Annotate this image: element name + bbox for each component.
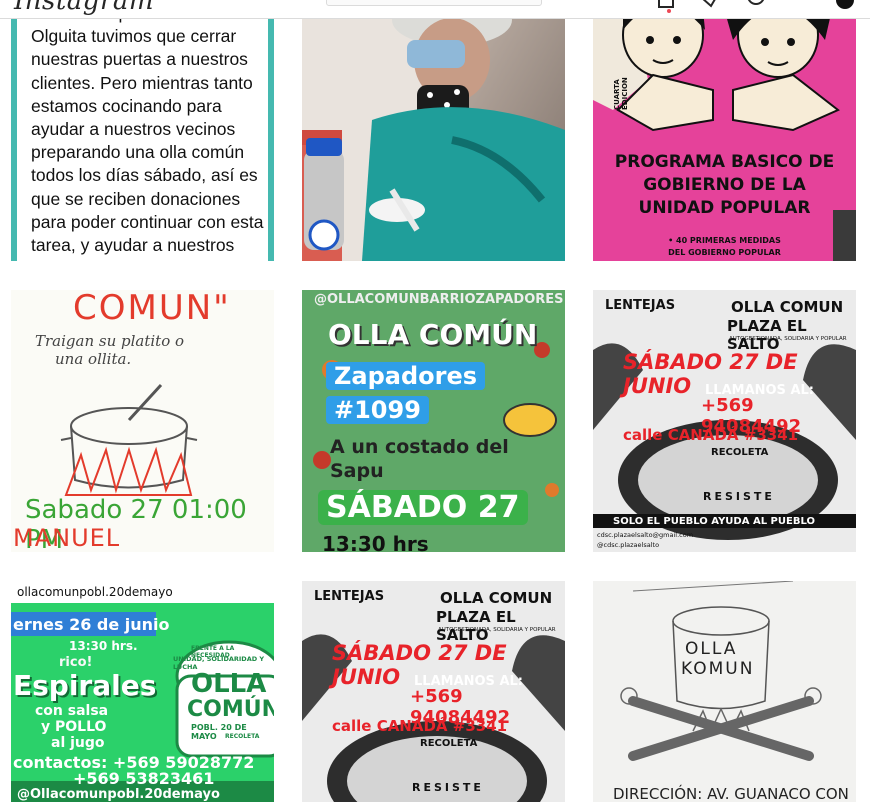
- poster-street: calle CANADÁ #3341: [623, 426, 799, 444]
- post-caption-text: difíciles de pandemia Donde Olguita tuvi…: [31, 3, 264, 261]
- cover-title-line-3: UNIDAD POPULAR: [638, 198, 811, 218]
- poster-date: SÁBADO 27: [318, 490, 528, 525]
- poster-area: RECOLETA: [711, 447, 769, 458]
- poster-org-3: AUTOGESTIONADA, SOLIDARIA Y POPULAR: [729, 336, 847, 342]
- cover-title-line-1: PROGRAMA BASICO DE: [614, 152, 835, 172]
- profile-avatar[interactable]: [836, 0, 854, 9]
- poster-street: calle CANADÁ #3341: [332, 717, 508, 735]
- poster-location-1: A un costado del: [330, 436, 509, 458]
- poster-org-2: PLAZA EL SALTO: [727, 317, 807, 353]
- poster-dish-2: con salsa: [35, 703, 109, 719]
- poster-area: RECOLETA: [420, 738, 478, 749]
- cover-subtitle-line-1: • 40 PRIMERAS MEDIDAS: [668, 236, 781, 245]
- poster-dish: Espirales: [13, 669, 157, 702]
- poster-motto: RESISTE: [703, 490, 775, 503]
- pot-sketch: [620, 581, 822, 761]
- heart-icon[interactable]: [790, 0, 810, 14]
- cover-subtitle-line-2: DEL GOBIERNO POPULAR: [668, 248, 781, 257]
- pot-label-2: COMÚN: [187, 697, 274, 722]
- poster-motto: RESISTE: [412, 781, 484, 794]
- poster-dish-3: y POLLO: [41, 719, 107, 735]
- edition-label: CUARTA EDICION: [613, 77, 629, 110]
- poster-name: MANUEL RODRIQUEZ: [13, 524, 121, 552]
- poster-place-1: Zapadores: [326, 362, 486, 390]
- poster-dish-4: al jugo: [51, 735, 105, 751]
- poster-address: DIRECCIÓN: AV. GUANACO CON: [613, 785, 849, 802]
- poster-rico: rico!: [59, 655, 93, 670]
- notification-dot: [667, 9, 671, 13]
- poster-place-2: #1099: [326, 396, 429, 424]
- poster-date: ernes 26 de junio: [13, 615, 170, 634]
- pot-label-1: OLLA: [685, 639, 738, 659]
- poster-time: 13:30 hrs: [322, 532, 429, 552]
- instagram-logo[interactable]: Instagram: [14, 0, 154, 16]
- post-tile-4[interactable]: COMUN" Traigan su platito o una ollita. …: [11, 290, 274, 552]
- book-cover-illustration: [593, 0, 856, 261]
- post-tile-9[interactable]: OLLA KOMUN DIRECCIÓN: AV. GUANACO CON: [593, 581, 856, 802]
- poster-footer: SOLO EL PUEBLO AYUDA AL PUEBLO: [613, 516, 815, 527]
- poster-dish: LENTEJAS: [314, 589, 385, 604]
- messenger-icon[interactable]: [700, 0, 720, 14]
- poster-time: 13:30 hrs.: [69, 639, 138, 653]
- search-input[interactable]: [326, 0, 542, 6]
- poster-contact-2: +569 53823461: [73, 769, 215, 788]
- top-navigation-bar: Instagram: [0, 0, 870, 19]
- post-tile-8[interactable]: LENTEJAS OLLA COMUN PLAZA EL SALTO AUTOG…: [302, 581, 565, 802]
- pot-label-2: KOMUN: [681, 659, 755, 679]
- pot-label-1: OLLA: [191, 669, 267, 699]
- cooking-photo: [302, 0, 565, 261]
- home-icon[interactable]: [656, 0, 676, 14]
- tile-border-decoration: [268, 0, 274, 261]
- poster-instagram: @cdsc.plazaelsalto: [597, 541, 660, 549]
- poster-title: OLLA COMÚN: [328, 318, 538, 351]
- poster-org-1: OLLA COMUN: [731, 298, 844, 316]
- poster-location-2: Sapu: [330, 460, 384, 482]
- post-tile-3[interactable]: CUARTA EDICION PROGRAMA BASICO DE GOBIER…: [593, 0, 856, 261]
- poster-footer: @Ollacomunpobl.20demayo: [17, 787, 220, 802]
- post-tile-2[interactable]: [302, 0, 565, 261]
- poster-org-3: AUTOGESTIONADA, SOLIDARIA Y POPULAR: [438, 627, 556, 633]
- poster-handle: ollacomunpobl.20demayo: [17, 585, 173, 599]
- post-tile-1[interactable]: difíciles de pandemia Donde Olguita tuvi…: [11, 0, 274, 261]
- explore-icon[interactable]: [746, 0, 766, 14]
- poster-org-1: OLLA COMUN: [440, 589, 553, 607]
- poster-email: cdsc.plazaelsalto@gmail.com: [597, 531, 694, 539]
- poster-handle: @OLLACOMUNBARRIOZAPADORES: [314, 292, 564, 307]
- post-tile-6[interactable]: LENTEJAS OLLA COMUN PLAZA EL SALTO AUTOG…: [593, 290, 856, 552]
- pot-label-4: RECOLETA: [225, 733, 260, 740]
- poster-dish: LENTEJAS: [605, 298, 676, 313]
- post-tile-7[interactable]: ollacomunpobl.20demayo ernes 26 de junio…: [11, 581, 274, 802]
- cover-title-line-2: GOBIERNO DE LA: [643, 175, 806, 195]
- post-tile-5[interactable]: @OLLACOMUNBARRIOZAPADORES OLLA COMÚN Zap…: [302, 290, 565, 552]
- poster-org-2: PLAZA EL SALTO: [436, 608, 516, 644]
